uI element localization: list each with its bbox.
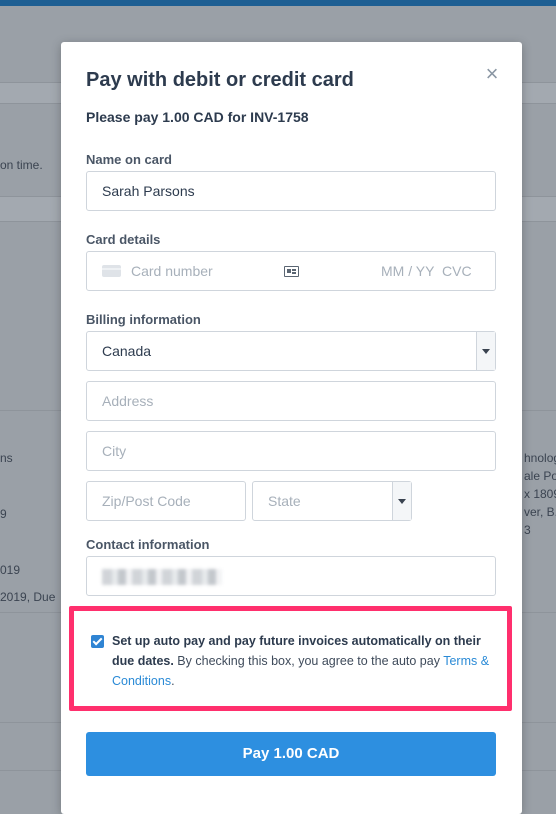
- country-dropdown-button[interactable]: [476, 332, 495, 370]
- name-on-card-input[interactable]: Sarah Parsons: [86, 171, 496, 211]
- country-select[interactable]: Canada: [86, 331, 496, 371]
- top-bar: [0, 0, 556, 6]
- autopay-end: .: [171, 674, 175, 688]
- billing-information-label: Billing information: [86, 312, 201, 327]
- payment-modal: Pay with debit or credit card × Please p…: [61, 42, 522, 814]
- country-value: Canada: [102, 343, 152, 359]
- credit-card-icon: [102, 265, 121, 277]
- background-text: ver, B.: [524, 505, 556, 519]
- modal-title: Pay with debit or credit card: [86, 69, 354, 91]
- card-details-input[interactable]: Card number MM / YY CVC: [86, 251, 496, 291]
- background-text: 019: [0, 563, 21, 577]
- background-text: hnolog: [524, 451, 556, 465]
- city-input[interactable]: City: [86, 431, 496, 471]
- zip-placeholder: Zip/Post Code: [102, 493, 191, 509]
- state-placeholder: State: [268, 493, 301, 509]
- card-id-icon: [284, 266, 299, 277]
- state-select[interactable]: State: [252, 481, 412, 521]
- autopay-checkbox[interactable]: [91, 635, 104, 648]
- chevron-down-icon: [482, 349, 490, 354]
- background-text: on time.: [0, 158, 43, 172]
- autopay-section: Set up auto pay and pay future invoices …: [69, 606, 512, 711]
- expiry-placeholder[interactable]: MM / YY: [381, 263, 434, 279]
- chevron-down-icon: [398, 499, 406, 504]
- payment-subtitle: Please pay 1.00 CAD for INV-1758: [86, 109, 309, 125]
- city-placeholder: City: [102, 443, 127, 459]
- card-details-label: Card details: [86, 232, 161, 247]
- close-icon[interactable]: ×: [482, 63, 502, 85]
- background-text: 2019, Due: [0, 590, 56, 604]
- background-text: 9: [0, 507, 7, 521]
- contact-input[interactable]: [86, 556, 496, 596]
- card-number-placeholder[interactable]: Card number: [131, 263, 213, 279]
- autopay-text: By checking this box, you agree to the a…: [173, 654, 444, 668]
- autopay-description: Set up auto pay and pay future invoices …: [112, 631, 504, 691]
- background-text: ns: [0, 451, 13, 465]
- pay-button[interactable]: Pay 1.00 CAD: [86, 732, 496, 776]
- background-text: x 1809: [524, 487, 556, 501]
- blurred-contact-value: [102, 569, 222, 585]
- name-on-card-value: Sarah Parsons: [102, 183, 195, 199]
- background-text: ale Pos: [524, 469, 556, 483]
- name-on-card-label: Name on card: [86, 152, 172, 167]
- contact-information-label: Contact information: [86, 537, 210, 552]
- zip-input[interactable]: Zip/Post Code: [86, 481, 246, 521]
- address-placeholder: Address: [102, 393, 154, 409]
- address-input[interactable]: Address: [86, 381, 496, 421]
- background-text: 3: [524, 523, 531, 537]
- state-dropdown-button[interactable]: [392, 482, 411, 520]
- cvc-placeholder[interactable]: CVC: [442, 263, 472, 279]
